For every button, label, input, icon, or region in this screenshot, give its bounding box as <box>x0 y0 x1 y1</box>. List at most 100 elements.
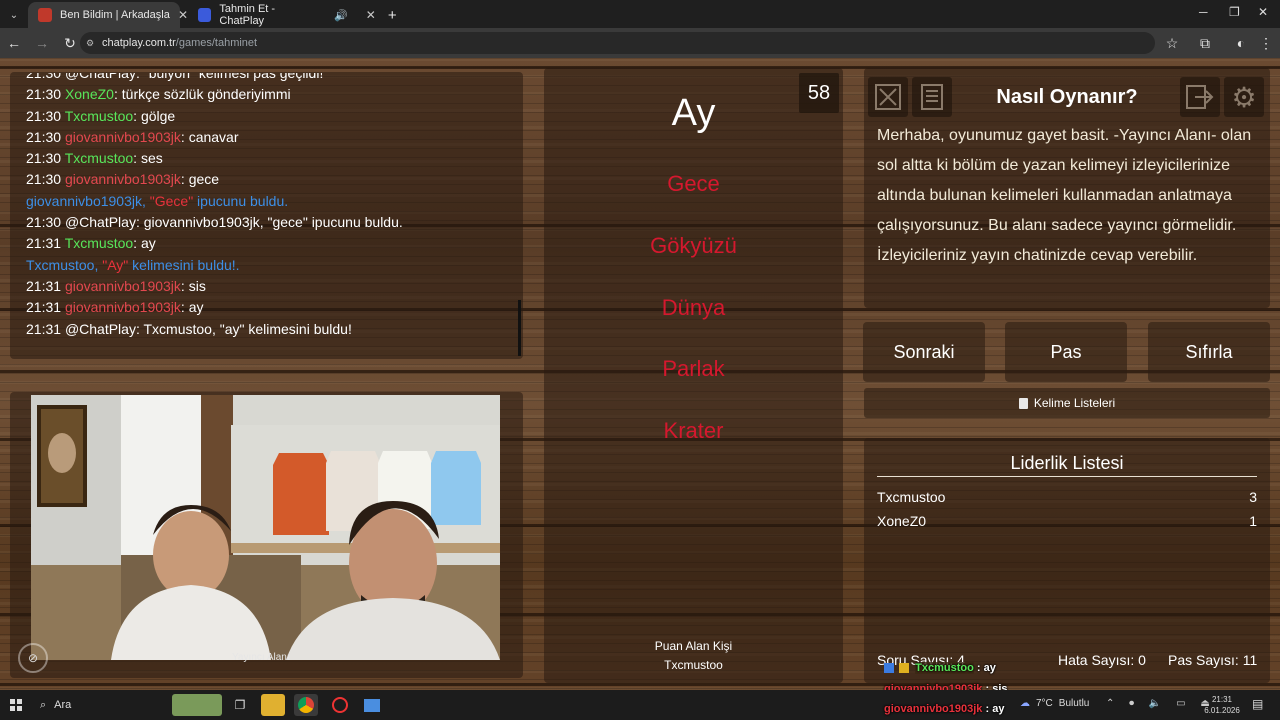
taskbar-search[interactable]: ⌕ Ara <box>32 693 164 717</box>
windows-start-icon[interactable] <box>10 699 22 711</box>
notes-button[interactable] <box>912 77 952 117</box>
fullscreen-button[interactable] <box>868 77 908 117</box>
clipboard-icon <box>1018 397 1028 409</box>
tab-chatplay[interactable]: Tahmin Et - ChatPlay <box>188 2 328 28</box>
exit-button[interactable] <box>1180 77 1220 117</box>
widgets-icon[interactable] <box>172 694 222 716</box>
player-name: Txcmustoo <box>877 489 946 505</box>
chat-message: 21:31 Txcmustoo: ay <box>26 235 156 252</box>
word-lists-label: Kelime Listeleri <box>1033 396 1116 410</box>
search-icon: ⌕ <box>40 698 47 711</box>
chat-user[interactable]: giovannivbo1903jk <box>65 278 181 294</box>
chat-user[interactable]: giovannivbo1903jk <box>65 171 181 187</box>
chrome-icon[interactable] <box>294 694 318 716</box>
forward-icon[interactable]: → <box>28 35 56 51</box>
chat-text: ses <box>140 150 163 167</box>
chat-user[interactable]: giovannivbo1903jk <box>65 129 181 145</box>
chat-user[interactable]: @ChatPlay <box>65 73 136 81</box>
chat-time: 21:30 <box>26 171 62 188</box>
forbidden-word: Parlak <box>662 356 725 381</box>
overlay-text: : ay <box>985 703 1005 715</box>
chat-user[interactable]: @ChatPlay <box>65 214 136 230</box>
chat-message: 21:31 giovannivbo1903jk: ay <box>26 299 204 316</box>
howto-text: Merhaba, oyunumuz gayet basit. -Yayıncı … <box>877 127 1252 264</box>
leaderboard-divider <box>877 476 1257 477</box>
chat-scrollbar[interactable] <box>518 300 521 356</box>
cloud-icon: ☁ <box>1020 698 1030 709</box>
extensions-icon[interactable]: ⧉ <box>1191 35 1219 52</box>
site-info-icon[interactable]: ⚙ <box>86 38 94 49</box>
streamer-area-label: Yayıncı Alanı <box>232 652 290 663</box>
weather-temp: 7°C <box>1036 698 1053 709</box>
back-icon[interactable]: ← <box>0 35 28 51</box>
chat-text: ay <box>140 235 156 252</box>
profile-avatar-icon[interactable]: ◐ <box>1227 35 1255 51</box>
tab-favicon-icon <box>198 8 212 22</box>
attach-icon[interactable]: ⊘ <box>18 643 48 673</box>
browser-tab-bar: ⌄ Ben Bildim | Arkadaşlarınla Onli ✕ Tah… <box>0 0 1280 28</box>
new-tab-button[interactable]: + <box>382 2 403 28</box>
chat-message: 21:30 @ChatPlay: giovannivbo1903jk, "gec… <box>26 214 403 231</box>
forbidden-word: Gökyüzü <box>650 233 737 258</box>
chat-time: 21:30 <box>26 214 62 231</box>
chat-text: ay <box>188 299 204 316</box>
browser-menu-icon[interactable]: ⋮ <box>1252 35 1280 52</box>
tab-close-icon[interactable]: ✕ <box>172 2 188 28</box>
chat-user[interactable]: giovannivbo1903jk <box>65 299 181 315</box>
url-field[interactable]: ⚙ chatplay.com.tr/games/tahminet <box>80 32 1155 54</box>
chat-text: canavar <box>188 128 239 145</box>
tab-close-icon[interactable]: ✕ <box>354 2 382 28</box>
reset-button[interactable]: Sıfırla <box>1148 322 1270 382</box>
taskbar-clock[interactable]: 21:31 6.01.2026 <box>1202 694 1242 716</box>
scorer-label: Puan Alan Kişi <box>654 639 733 653</box>
url-host: chatplay.com.tr <box>102 37 176 49</box>
tab-benbildim[interactable]: Ben Bildim | Arkadaşlarınla Onli <box>28 2 180 28</box>
leaderboard-panel <box>864 438 1270 683</box>
chat-user[interactable]: Txcmustoo <box>65 108 133 124</box>
tab-audio-icon[interactable]: 🔊 <box>328 2 354 28</box>
tray-icons[interactable]: ⌃ ⏺ 🔈 ▭ ⏏ <box>1106 698 1216 709</box>
tab-title: Ben Bildim | Arkadaşlarınla Onli <box>60 9 170 21</box>
next-button[interactable]: Sonraki <box>863 322 985 382</box>
chat-user[interactable]: Txcmustoo <box>65 235 133 251</box>
pass-button[interactable]: Pas <box>1005 322 1127 382</box>
chat-text: giovannivbo1903jk, "gece" ipucunu buldu. <box>143 214 403 231</box>
chat-text: "bulyon" kelimesi pas geçildi! <box>143 73 324 81</box>
chat-system-message: Txcmustoo, "Ay" kelimesini buldu!. <box>26 255 516 276</box>
webcam-image <box>31 395 500 660</box>
chat-message: 21:30 giovannivbo1903jk: canavar <box>26 128 239 145</box>
player-score: 1 <box>1249 513 1257 529</box>
settings-button[interactable]: ⚙ <box>1224 77 1264 117</box>
close-window-icon[interactable]: ✕ <box>1258 5 1268 19</box>
chat-user[interactable]: @ChatPlay <box>65 321 136 337</box>
player-name: XoneZ0 <box>877 513 927 529</box>
tab-favicon-icon <box>38 8 52 22</box>
leaderboard-row: Txcmustoo 3 <box>877 489 1257 505</box>
file-explorer-icon[interactable] <box>261 694 285 716</box>
restore-icon[interactable]: ❐ <box>1229 5 1240 19</box>
tab-list-icon[interactable]: ⌄ <box>0 10 28 21</box>
task-view-icon[interactable]: ❐ <box>228 694 252 716</box>
bookmark-star-icon[interactable]: ☆ <box>1158 35 1186 52</box>
minimize-icon[interactable]: ─ <box>1199 5 1208 19</box>
word-lists-button[interactable]: Kelime Listeleri <box>864 388 1270 418</box>
overlay-user: giovannivbo1903jk <box>884 703 983 715</box>
overlay-badge-icon <box>899 663 910 674</box>
pass-count: Pas Sayısı: 11 <box>1168 652 1258 668</box>
weather-widget[interactable]: ☁ 7°C Bulutlu <box>1020 698 1089 709</box>
system-highlight: "Gece" <box>149 192 194 209</box>
scorer-name: Txcmustoo <box>664 658 723 672</box>
chat-text: Txcmustoo, "ay" kelimesini buldu! <box>143 320 352 337</box>
notification-icon[interactable]: ▤ <box>1252 697 1263 711</box>
chat-text: gece <box>188 171 220 188</box>
url-path: /games/tahminet <box>175 37 258 49</box>
chat-message: 21:31 @ChatPlay: Txcmustoo, "ay" kelimes… <box>26 320 352 337</box>
fullscreen-icon <box>875 84 901 110</box>
window-app-icon[interactable] <box>360 694 384 716</box>
weather-text: Bulutlu <box>1058 698 1090 709</box>
chat-user[interactable]: Txcmustoo <box>65 150 133 166</box>
chat-user[interactable]: XoneZ0 <box>65 86 114 102</box>
player-score: 3 <box>1249 489 1257 505</box>
app-icon[interactable] <box>328 694 352 716</box>
forbidden-word: Dünya <box>661 295 726 320</box>
